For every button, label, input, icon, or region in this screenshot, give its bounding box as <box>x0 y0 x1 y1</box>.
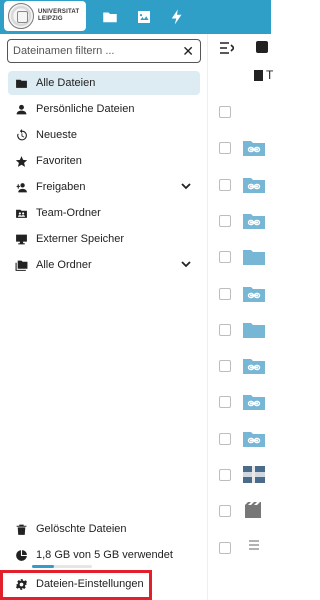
row-checkbox[interactable] <box>219 323 231 336</box>
sidebar-item-persoenliche-dateien[interactable]: Persönliche Dateien <box>8 97 200 121</box>
shared-folder-icon[interactable] <box>243 176 265 193</box>
row-checkbox[interactable] <box>219 432 231 445</box>
external-storage-icon <box>14 232 28 246</box>
row-checkbox[interactable] <box>219 360 231 373</box>
sidebar-item-neueste[interactable]: Neueste <box>8 123 200 147</box>
shared-folder-icon[interactable] <box>243 139 265 157</box>
sidebar-item-label: Team-Ordner <box>36 207 101 219</box>
row-checkbox[interactable] <box>219 287 231 300</box>
shared-folder-icon[interactable] <box>243 430 265 447</box>
row-checkbox[interactable] <box>219 142 231 155</box>
row-checkbox[interactable] <box>219 505 231 518</box>
sidebar-item-alle-ordner[interactable]: Alle Ordner <box>8 253 200 277</box>
history-icon <box>14 128 28 142</box>
sidebar-item-team-ordner[interactable]: Team-Ordner <box>8 201 200 225</box>
row-checkbox[interactable] <box>219 396 231 409</box>
row-checkbox[interactable] <box>219 106 231 118</box>
document-file-icon[interactable] <box>243 539 265 556</box>
quota-label: 1,8 GB von 5 GB verwendet <box>36 549 173 561</box>
sidebar: ✕ Alle Dateien Persönliche Dateien Neues… <box>0 34 207 600</box>
team-folder-icon <box>14 206 28 220</box>
trash-icon <box>14 522 28 536</box>
shared-folder-icon[interactable] <box>243 212 265 229</box>
star-icon <box>14 154 28 168</box>
file-header-icon <box>254 70 263 81</box>
image-thumbnail-icon[interactable] <box>243 466 265 483</box>
university-logo[interactable]: UNIVERSITAT LEIPZIG <box>4 1 86 31</box>
settings-highlight-box <box>0 570 152 600</box>
folder-icon <box>14 76 28 90</box>
sidebar-item-favoriten[interactable]: Favoriten <box>8 149 200 173</box>
toggle-navigation-icon[interactable] <box>220 41 236 54</box>
row-checkbox[interactable] <box>219 178 231 191</box>
filter-search-field[interactable]: ✕ <box>7 39 201 63</box>
clear-icon[interactable]: ✕ <box>182 43 194 59</box>
seal-icon <box>8 3 34 29</box>
grid-view-icon[interactable] <box>256 41 268 53</box>
activity-lightning-icon[interactable] <box>168 8 186 26</box>
video-file-icon[interactable] <box>243 502 265 519</box>
sidebar-item-externer-speicher[interactable]: Externer Speicher <box>8 227 200 251</box>
row-checkbox[interactable] <box>219 214 231 227</box>
sidebar-item-label: Persönliche Dateien <box>36 103 135 115</box>
filter-input[interactable] <box>13 45 178 57</box>
chevron-down-icon[interactable] <box>180 180 192 192</box>
shared-folder-icon[interactable] <box>243 393 265 411</box>
shared-folder-icon[interactable] <box>243 357 265 375</box>
photos-app-image-icon[interactable] <box>135 8 153 26</box>
sidebar-item-label: Alle Dateien <box>36 77 96 89</box>
folder-icon[interactable] <box>243 248 265 266</box>
pie-chart-icon <box>14 548 28 562</box>
share-user-icon <box>14 180 28 194</box>
sidebar-item-label: Favoriten <box>36 155 82 167</box>
top-header: UNIVERSITAT LEIPZIG <box>0 0 271 34</box>
user-icon <box>14 102 28 116</box>
sidebar-item-label: Gelöschte Dateien <box>36 523 127 535</box>
sidebar-item-label: Alle Ordner <box>36 259 92 271</box>
sidebar-item-freigaben[interactable]: Freigaben <box>8 175 200 199</box>
row-checkbox[interactable] <box>219 541 231 554</box>
quota-progress-fill <box>32 565 54 568</box>
sidebar-item-trash[interactable]: Gelöschte Dateien <box>8 517 200 541</box>
files-app-folder-icon[interactable] <box>101 8 119 26</box>
sidebar-item-quota: 1,8 GB von 5 GB verwendet <box>8 543 200 567</box>
column-header-name[interactable]: T <box>266 68 273 82</box>
sidebar-item-alle-dateien[interactable]: Alle Dateien <box>8 71 200 95</box>
file-list: T <box>207 34 273 600</box>
shared-folder-icon[interactable] <box>243 285 265 302</box>
folders-icon <box>14 258 28 272</box>
sidebar-item-label: Externer Speicher <box>36 233 125 245</box>
row-checkbox[interactable] <box>219 251 231 264</box>
logo-text: UNIVERSITAT LEIPZIG <box>38 9 80 22</box>
row-checkbox[interactable] <box>219 469 231 481</box>
sidebar-item-label: Neueste <box>36 129 77 141</box>
quota-progress-bar <box>32 565 92 568</box>
folder-icon[interactable] <box>243 321 265 338</box>
chevron-down-icon[interactable] <box>180 258 192 270</box>
sidebar-item-label: Freigaben <box>36 181 86 193</box>
